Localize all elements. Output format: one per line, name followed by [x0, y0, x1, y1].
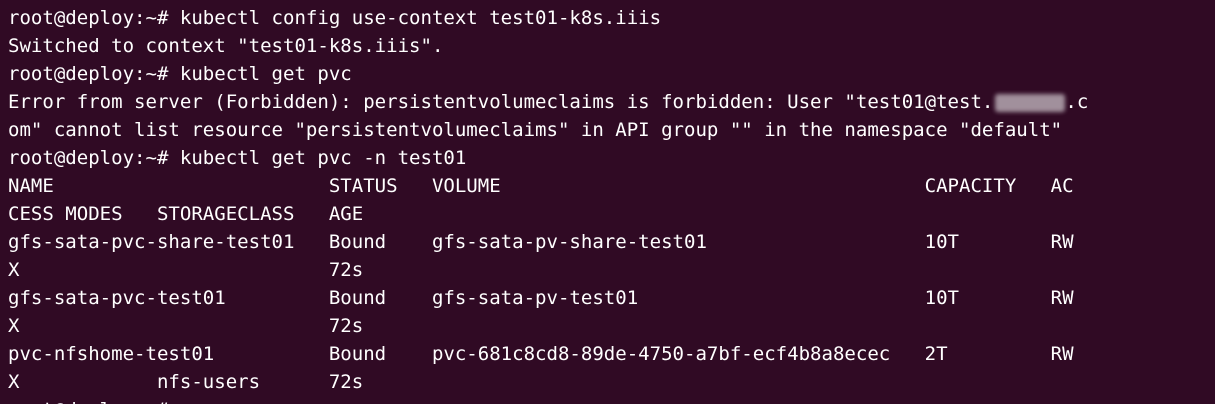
table-header-wrap: CESS MODES STORAGECLASS AGE: [8, 203, 364, 225]
table-row: gfs-sata-pvc-share-test01 Bound gfs-sata…: [8, 231, 1074, 253]
table-row-wrap: X nfs-users 72s: [8, 371, 364, 393]
terminal-line: root@deploy:~# kubectl get pvc -n test01: [8, 147, 467, 169]
table-row-wrap: X 72s: [8, 315, 364, 337]
terminal-line: om" cannot list resource "persistentvolu…: [8, 119, 1063, 141]
redacted-domain: [995, 93, 1066, 112]
terminal-line-error: Error from server (Forbidden): persisten…: [8, 88, 1088, 116]
prompt-line[interactable]: root@deploy:~#: [8, 396, 168, 404]
terminal-window[interactable]: root@deploy:~# kubectl config use-contex…: [0, 0, 1215, 404]
table-row-wrap: X 72s: [8, 259, 364, 281]
terminal-line: root@deploy:~# kubectl get pvc: [8, 63, 352, 85]
table-row: pvc-nfshome-test01 Bound pvc-681c8cd8-89…: [8, 343, 1074, 365]
terminal-line: Switched to context "test01-k8s.iiis".: [8, 35, 444, 57]
error-text-suffix: .c: [1065, 91, 1089, 113]
table-header: NAME STATUS VOLUME CAPACITY AC: [8, 175, 1074, 197]
terminal-line: root@deploy:~# kubectl config use-contex…: [8, 7, 662, 29]
error-text: Error from server (Forbidden): persisten…: [8, 91, 994, 113]
table-row: gfs-sata-pvc-test01 Bound gfs-sata-pv-te…: [8, 287, 1074, 309]
